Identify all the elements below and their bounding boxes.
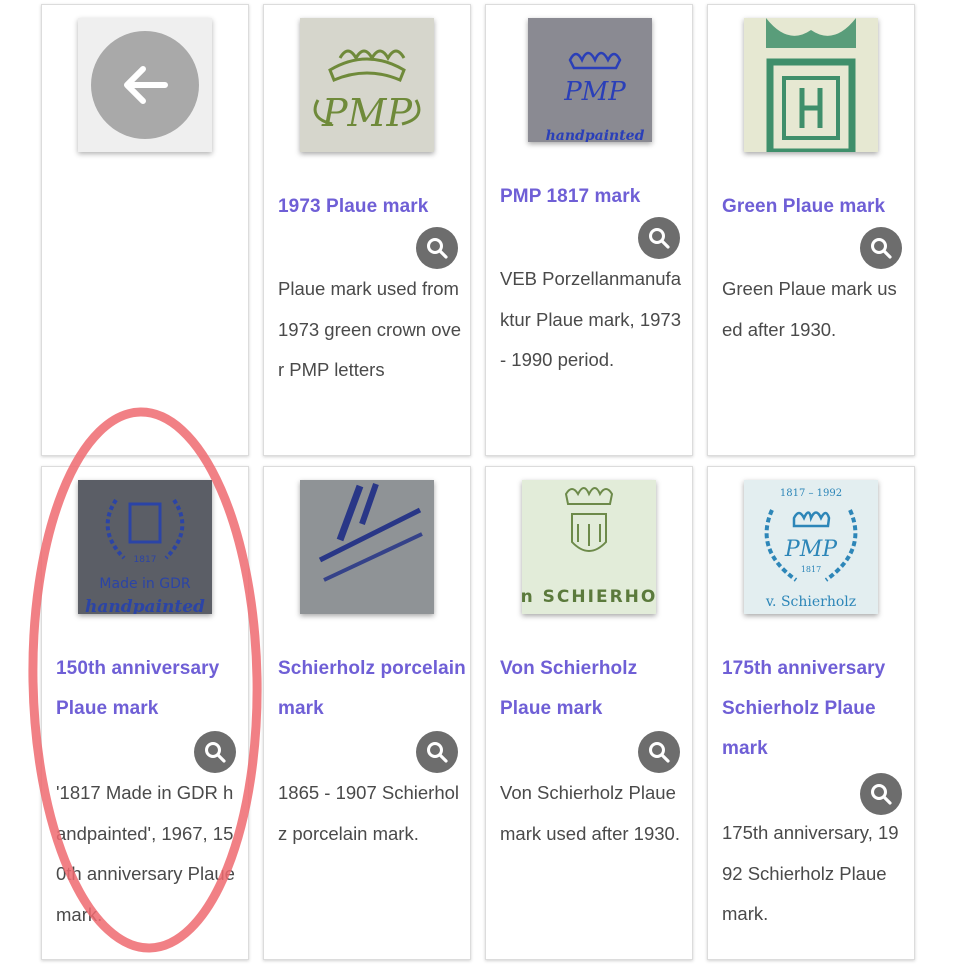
card-description: Green Plaue mark used after 1930. bbox=[722, 278, 897, 340]
magnifier-icon bbox=[649, 228, 670, 249]
thumb-schierholz-text: n SCHIERHO bbox=[522, 587, 656, 607]
mark-thumbnail[interactable]: PMP bbox=[300, 18, 434, 152]
card-title[interactable]: Von Schierholz Plaue mark bbox=[500, 649, 688, 729]
back-circle bbox=[91, 31, 199, 139]
left-arrow-icon bbox=[124, 66, 168, 104]
zoom-button[interactable] bbox=[638, 731, 680, 773]
svg-text:PMP: PMP bbox=[784, 537, 838, 562]
back-button[interactable] bbox=[78, 18, 212, 152]
green-crown-pmp-image: PMP bbox=[300, 18, 434, 152]
thumb-handpainted: handpainted bbox=[85, 597, 205, 614]
mark-thumbnail[interactable]: PMP handpainted bbox=[528, 18, 652, 142]
mark-thumbnail[interactable] bbox=[744, 18, 878, 152]
mark-thumbnail[interactable]: 1817 Made in GDR handpainted bbox=[78, 480, 212, 614]
card-von-schierholz-plaue-mark[interactable]: n SCHIERHO Von Schierholz Plaue mark Von… bbox=[485, 466, 693, 960]
mark-thumbnail[interactable]: 1817 – 1992 PMP 1817 v. Schierholz bbox=[744, 480, 878, 614]
magnifier-icon bbox=[871, 784, 892, 805]
card-description: 175th anniversary, 1992 Schierholz Plaue… bbox=[722, 822, 899, 924]
card-title[interactable]: 150th anniversary Plaue mark bbox=[56, 649, 244, 729]
card-title[interactable]: PMP 1817 mark bbox=[500, 177, 688, 217]
zoom-button[interactable] bbox=[638, 217, 680, 259]
thumb-years: 1817 – 1992 bbox=[780, 488, 842, 499]
zoom-button[interactable] bbox=[416, 227, 458, 269]
zoom-button[interactable] bbox=[194, 731, 236, 773]
card-description: Plaue mark used from 1973 green crown ov… bbox=[278, 278, 462, 380]
card-schierholz-porcelain-mark[interactable]: Schierholz porcelain mark 1865 - 1907 Sc… bbox=[263, 466, 471, 960]
card-title[interactable]: Schierholz porcelain mark bbox=[278, 649, 466, 729]
card-1973-plaue-mark[interactable]: PMP 1973 Plaue mark Plaue mark used from… bbox=[263, 4, 471, 456]
card-description: 1865 - 1907 Schierholz porcelain mark. bbox=[278, 782, 460, 844]
thumb-year: 1817 bbox=[134, 555, 157, 565]
card-150th-anniversary-plaue-mark[interactable]: 1817 Made in GDR handpainted 150th anniv… bbox=[41, 466, 249, 960]
card-green-plaue-mark[interactable]: Green Plaue mark Green Plaue mark used a… bbox=[707, 4, 915, 456]
card-description: Von Schierholz Plaue mark used after 193… bbox=[500, 782, 680, 844]
mark-thumbnail[interactable] bbox=[300, 480, 434, 614]
mark-thumbnail[interactable]: n SCHIERHO bbox=[522, 480, 656, 614]
blue-wreath-175-image: 1817 – 1992 PMP 1817 v. Schierholz bbox=[744, 480, 878, 614]
crossed-swords-image bbox=[300, 480, 434, 614]
card-pmp-1817-mark[interactable]: PMP handpainted PMP 1817 mark VEB Porzel… bbox=[485, 4, 693, 456]
card-title[interactable]: 1973 Plaue mark bbox=[278, 187, 466, 227]
svg-text:PMP: PMP bbox=[563, 77, 626, 107]
card-title[interactable]: Green Plaue mark bbox=[722, 187, 910, 227]
green-crown-shield-image: n SCHIERHO bbox=[522, 480, 656, 614]
handpainted-text: handpainted bbox=[546, 128, 645, 142]
card-title[interactable]: 175th anniversary Schierholz Plaue mark bbox=[722, 649, 910, 769]
magnifier-icon bbox=[427, 238, 448, 259]
zoom-button[interactable] bbox=[860, 773, 902, 815]
card-175th-anniversary-schierholz-plaue-mark[interactable]: 1817 – 1992 PMP 1817 v. Schierholz 175th… bbox=[707, 466, 915, 960]
blue-wreath-gdr-image: 1817 Made in GDR handpainted bbox=[78, 480, 212, 614]
pmp-letters: PMP bbox=[321, 91, 413, 135]
card-back bbox=[41, 4, 249, 456]
thumb-made-in: Made in GDR bbox=[99, 576, 190, 592]
card-description: VEB Porzellanmanufaktur Plaue mark, 1973… bbox=[500, 268, 681, 370]
thumb-year: 1817 bbox=[801, 565, 821, 574]
thumb-v-schierholz: v. Schierholz bbox=[765, 594, 856, 610]
zoom-button[interactable] bbox=[416, 731, 458, 773]
magnifier-icon bbox=[205, 742, 226, 763]
magnifier-icon bbox=[649, 742, 670, 763]
green-crest-image bbox=[744, 18, 878, 152]
card-description: '1817 Made in GDR handpainted', 1967, 15… bbox=[56, 782, 235, 925]
magnifier-icon bbox=[871, 238, 892, 259]
blue-crown-pmp-image: PMP handpainted bbox=[528, 18, 652, 142]
zoom-button[interactable] bbox=[860, 227, 902, 269]
magnifier-icon bbox=[427, 742, 448, 763]
